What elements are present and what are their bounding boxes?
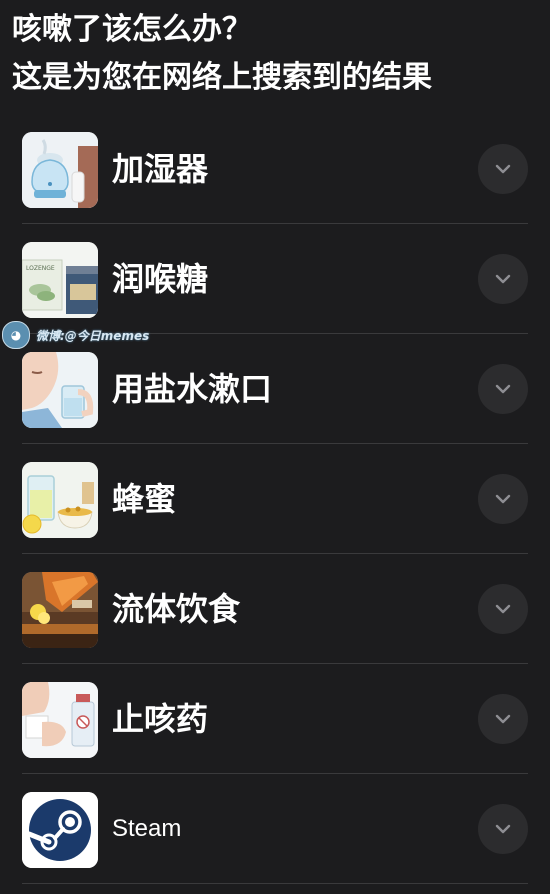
list-item[interactable]: 止咳药 [0, 664, 550, 774]
gargle-saltwater-image [22, 352, 98, 428]
item-label: 加湿器 [112, 150, 209, 188]
list-item[interactable]: LOZENGE 润喉糖 [0, 224, 550, 334]
chevron-down-icon [495, 274, 511, 284]
chevron-down-icon [495, 714, 511, 724]
chevron-down-icon [495, 604, 511, 614]
honey-lemon-image [22, 462, 98, 538]
expand-button[interactable] [478, 694, 528, 744]
expand-button[interactable] [478, 254, 528, 304]
chevron-down-icon [495, 824, 511, 834]
cough-medicine-image [22, 682, 98, 758]
results-subtitle: 这是为您在网络上搜索到的结果 [12, 60, 432, 95]
expand-button[interactable] [478, 584, 528, 634]
results-list: 加湿器 LOZENGE 润喉糖 用盐水漱口 蜂蜜 流体饮食 止咳药 Steam [0, 114, 550, 884]
list-item[interactable]: 蜂蜜 [0, 444, 550, 554]
weibo-watermark: ◕ 微博:@今日memes [2, 320, 149, 350]
question-header: 咳嗽了该怎么办？ 这是为您在网络上搜索到的结果 [12, 6, 548, 102]
item-label: 止咳药 [112, 700, 209, 738]
question-title: 咳嗽了该怎么办？ [12, 12, 252, 47]
list-item[interactable]: 用盐水漱口 [0, 334, 550, 444]
item-label: Steam [112, 815, 182, 842]
chevron-down-icon [495, 494, 511, 504]
expand-button[interactable] [478, 474, 528, 524]
lozenge-box-text: LOZENGE [26, 265, 55, 272]
chevron-down-icon [495, 384, 511, 394]
item-label: 蜂蜜 [112, 480, 177, 518]
lozenge-jar-image: LOZENGE [22, 242, 98, 318]
list-item[interactable]: 加湿器 [0, 114, 550, 224]
sleepy-face-logo: ◕ [2, 321, 30, 349]
item-label: 流体饮食 [112, 590, 241, 628]
expand-button[interactable] [478, 144, 528, 194]
item-label: 润喉糖 [112, 260, 209, 298]
row-divider [22, 883, 528, 884]
item-label: 用盐水漱口 [112, 370, 273, 408]
list-item[interactable]: 流体饮食 [0, 554, 550, 664]
expand-button[interactable] [478, 364, 528, 414]
expand-button[interactable] [478, 804, 528, 854]
humidifier-image [22, 132, 98, 208]
list-item[interactable]: Steam [0, 774, 550, 884]
steam-logo [22, 792, 98, 868]
watermark-text: 微博:@今日memes [36, 328, 150, 343]
liquid-food-image [22, 572, 98, 648]
chevron-down-icon [495, 164, 511, 174]
